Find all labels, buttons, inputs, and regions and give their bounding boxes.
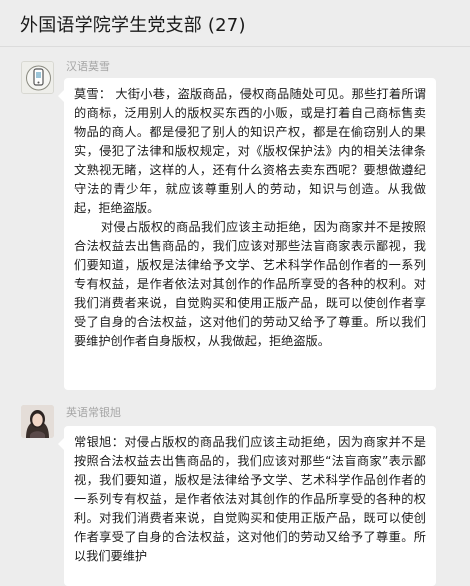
message-paragraph: 常银旭：对侵占版权的商品我们应该主动拒绝，因为商家并不是按照合法权益去出售商品的… (74, 435, 426, 563)
chat-header: 外国语学院学生党支部 (27) (0, 0, 470, 47)
message-bubble[interactable]: 常银旭：对侵占版权的商品我们应该主动拒绝，因为商家并不是按照合法权益去出售商品的… (58, 426, 436, 586)
avatar[interactable] (21, 405, 54, 438)
sender-name: 英语常银旭 (66, 406, 121, 419)
message-bubble[interactable]: 莫雪： 大街小巷，盗版商品，侵权商品随处可见。那些打着所谓的商标，泛用别人的版权… (58, 78, 436, 390)
avatar-image (21, 405, 54, 438)
avatar-image (22, 62, 53, 93)
message-paragraph: 对侵占版权的商品我们应该主动拒绝，因为商家并不是按照合法权益去出售商品的，我们应… (74, 220, 426, 348)
chat-title: 外国语学院学生党支部 (27) (20, 15, 246, 36)
sender-name: 汉语莫雪 (66, 60, 110, 73)
avatar[interactable] (21, 61, 54, 94)
message-paragraph: 莫雪： 大街小巷，盗版商品，侵权商品随处可见。那些打着所谓的商标，泛用别人的版权… (74, 87, 426, 215)
